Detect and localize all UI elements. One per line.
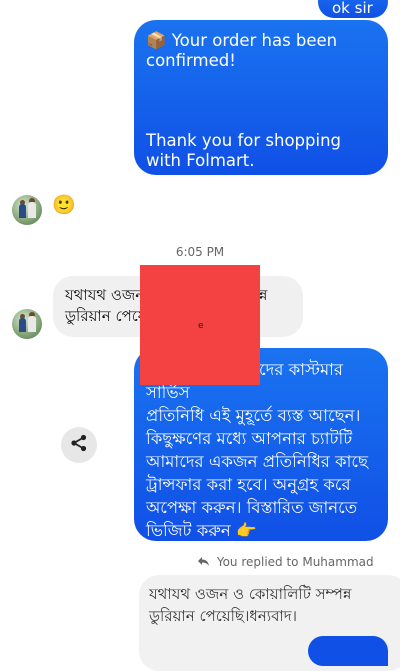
message-text: ok sir — [332, 0, 373, 17]
avatar[interactable] — [12, 195, 42, 225]
timestamp: 6:05 PM — [175, 245, 225, 259]
reply-text: You replied to Muhammad — [216, 555, 374, 569]
message-text: ভিজিট করুন 👉 — [146, 521, 257, 540]
message-text: অপেক্ষা করুন। বিস্তারিত জানতে — [146, 498, 358, 517]
reply-indicator: You replied to Muhammad — [198, 555, 374, 569]
reply-arrow-icon — [198, 555, 213, 569]
share-button[interactable] — [61, 427, 97, 463]
outgoing-message-order-confirmed[interactable]: 📦 Your order has been confirmed! Thank y… — [134, 20, 388, 175]
red-overlay-block: e — [140, 265, 260, 385]
message-text: ডুরিয়ান পেয়েছি।ধন্যবাদ। — [149, 607, 298, 625]
message-text: ট্রান্সফার করা হবে। অনুগ্রহ করে — [146, 475, 351, 494]
outgoing-message-ok[interactable]: ok sir — [318, 0, 388, 18]
message-text: প্রতিনিধি এই মুহূর্তে ব্যস্ত আছেন। — [146, 406, 361, 425]
message-text: Thank you for shopping with Folmart. — [146, 131, 342, 170]
emoji-message[interactable]: 🙂 — [52, 194, 76, 216]
message-text: যথাযথ ওজন ও কোয়ালিটি সম্পন্ন — [149, 585, 352, 603]
share-icon — [70, 434, 88, 456]
message-text: আমাদের একজন প্রতিনিধির কাছে — [146, 452, 368, 471]
message-text: কিছুক্ষণের মধ্যে আপনার চ্যাটটি — [146, 429, 353, 448]
overlay-mark: e — [198, 321, 204, 331]
message-text: 📦 Your order has been confirmed! — [146, 31, 338, 70]
avatar[interactable] — [12, 309, 42, 339]
outgoing-message-partial[interactable] — [308, 636, 388, 666]
